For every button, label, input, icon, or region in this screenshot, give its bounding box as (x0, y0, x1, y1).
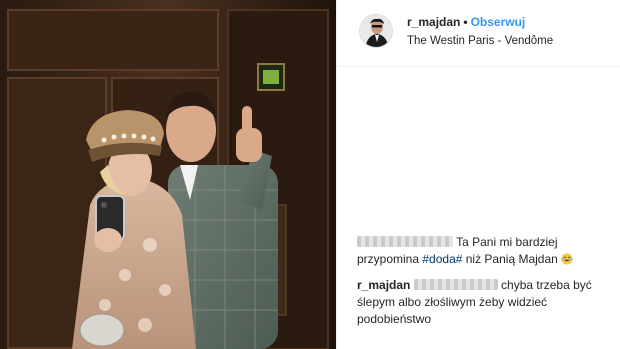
redacted-mention (413, 279, 498, 290)
elevator-selfie-image (0, 0, 336, 349)
comment-item: r_majdan chyba trzeba być ślepym albo zł… (337, 277, 620, 328)
comments-list: Ta Pani mi bardziej przypomina #doda# ni… (337, 234, 620, 337)
post-header: r_majdan • Obserwuj The Westin Paris - Ven… (337, 0, 620, 67)
post-details-panel: r_majdan • Obserwuj The Westin Paris - Ven… (336, 0, 620, 349)
post-author-line: r_majdan • Obserwuj (407, 14, 525, 30)
hashtag-link[interactable]: #doda# (422, 252, 462, 266)
redacted-username (357, 236, 453, 247)
post-location[interactable]: The Westin Paris - Vendôme (407, 34, 553, 48)
avatar[interactable] (359, 14, 393, 48)
post-username[interactable]: r_majdan (407, 15, 460, 29)
separator-dot: • (463, 15, 468, 29)
comment-username[interactable]: r_majdan (357, 278, 410, 292)
avatar-image (360, 15, 392, 47)
follow-button[interactable]: Obserwuj (471, 15, 526, 29)
laughing-crying-emoji-icon (561, 253, 573, 265)
comment-item: Ta Pani mi bardziej przypomina #doda# ni… (337, 234, 620, 268)
comment-text-after: niż Panią Majdan (462, 252, 562, 266)
post-photo[interactable] (0, 0, 336, 349)
